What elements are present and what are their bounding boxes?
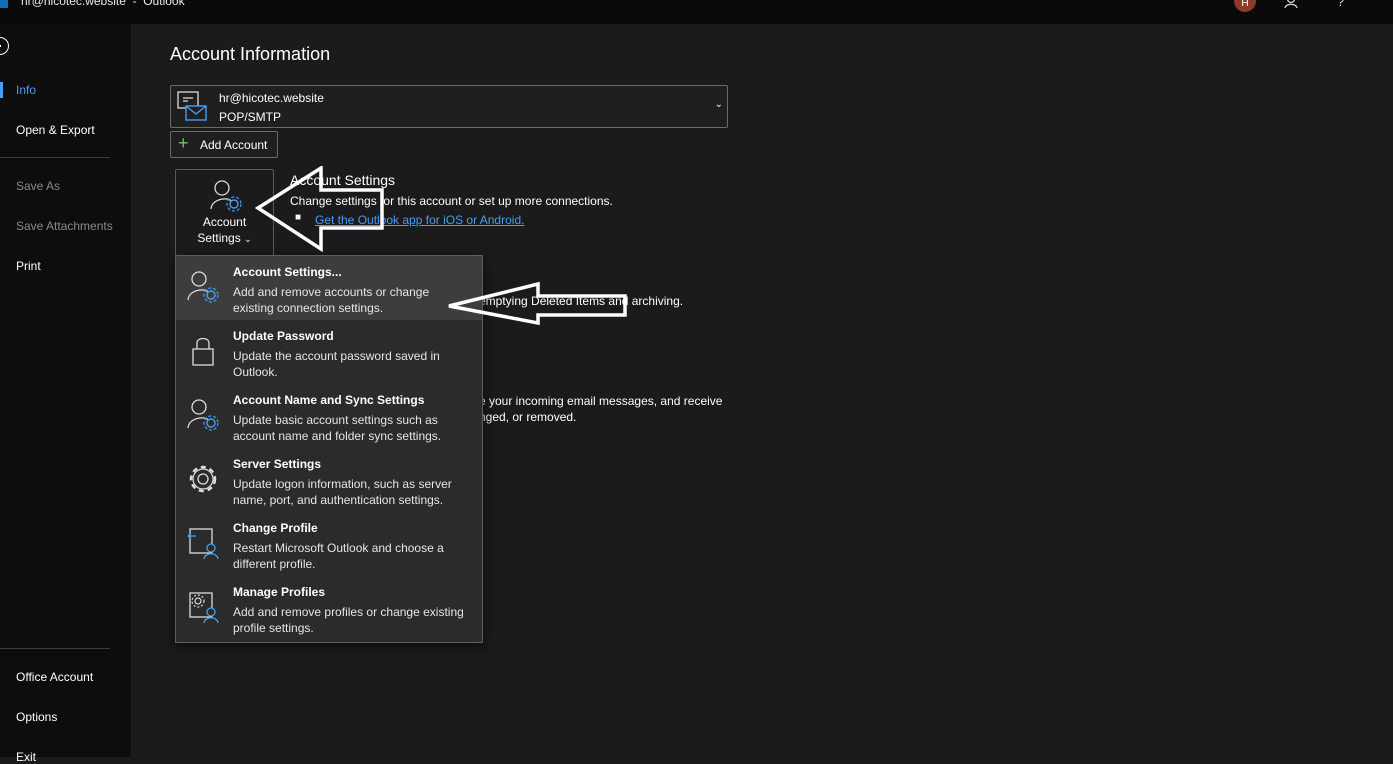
back-arrow-icon[interactable] [0,37,9,55]
menu-item-change-profile[interactable]: Change Profile Restart Microsoft Outlook… [176,512,482,576]
chevron-down-icon: ⌄ [244,234,252,244]
account-gear-icon [187,271,219,303]
add-account-button[interactable]: + Add Account [170,131,278,158]
sidebar-item-open-export[interactable]: Open & Export [16,123,95,137]
sidebar-item-info[interactable]: Info [16,83,36,97]
lock-icon [192,337,214,366]
sidebar-divider [0,648,110,649]
add-account-label: Add Account [200,138,268,152]
sidebar-divider [0,157,110,158]
account-gear-icon [210,180,242,212]
window-title: hr@hicotec.website - Outlook [21,0,185,8]
sidebar-item-save-attachments[interactable]: Save Attachments [16,219,113,233]
sidebar-item-exit[interactable]: Exit [16,750,36,764]
help-icon[interactable]: ? [1337,0,1344,9]
title-bar: hr@hicotec.website - Outlook H ? [0,0,1393,24]
annotation-arrow-icon [448,282,627,326]
outlook-logo-icon [0,0,8,8]
pop-account-icon [177,91,207,121]
chevron-down-icon: ⌄ [714,99,723,110]
annotation-arrow-icon [255,166,384,252]
sidebar-item-save-as[interactable]: Save As [16,179,60,193]
account-settings-menu: Account Settings... Add and remove accou… [175,255,483,643]
menu-item-account-settings[interactable]: Account Settings... Add and remove accou… [176,256,482,320]
backstage-sidebar: Info Open & Export Save As Save Attachme… [0,24,131,764]
account-type: POP/SMTP [219,110,282,124]
menu-item-account-name-sync[interactable]: Account Name and Sync Settings Update ba… [176,384,482,448]
user-avatar[interactable]: H [1234,0,1256,12]
sidebar-item-print[interactable]: Print [16,259,41,273]
manage-profiles-icon [189,592,219,624]
account-email: hr@hicotec.website [219,91,324,105]
change-profile-icon [187,528,219,560]
sidebar-item-office-account[interactable]: Office Account [16,670,93,684]
selected-indicator [0,82,3,98]
account-gear-icon [187,399,219,431]
page-title: Account Information [170,44,331,64]
rules-alerts-text: nged, or removed. [479,410,577,424]
sidebar-item-options[interactable]: Options [16,710,57,724]
plus-icon: + [178,133,189,153]
account-selector[interactable]: hr@hicotec.website POP/SMTP ⌄ [170,85,728,128]
gear-icon [189,465,217,493]
rules-alerts-text: e your incoming email messages, and rece… [479,394,723,408]
menu-item-server-settings[interactable]: Server Settings Update logon information… [176,448,482,512]
menu-item-update-password[interactable]: Update Password Update the account passw… [176,320,482,384]
people-icon[interactable] [1284,0,1300,13]
menu-item-manage-profiles[interactable]: Manage Profiles Add and remove profiles … [176,576,482,640]
